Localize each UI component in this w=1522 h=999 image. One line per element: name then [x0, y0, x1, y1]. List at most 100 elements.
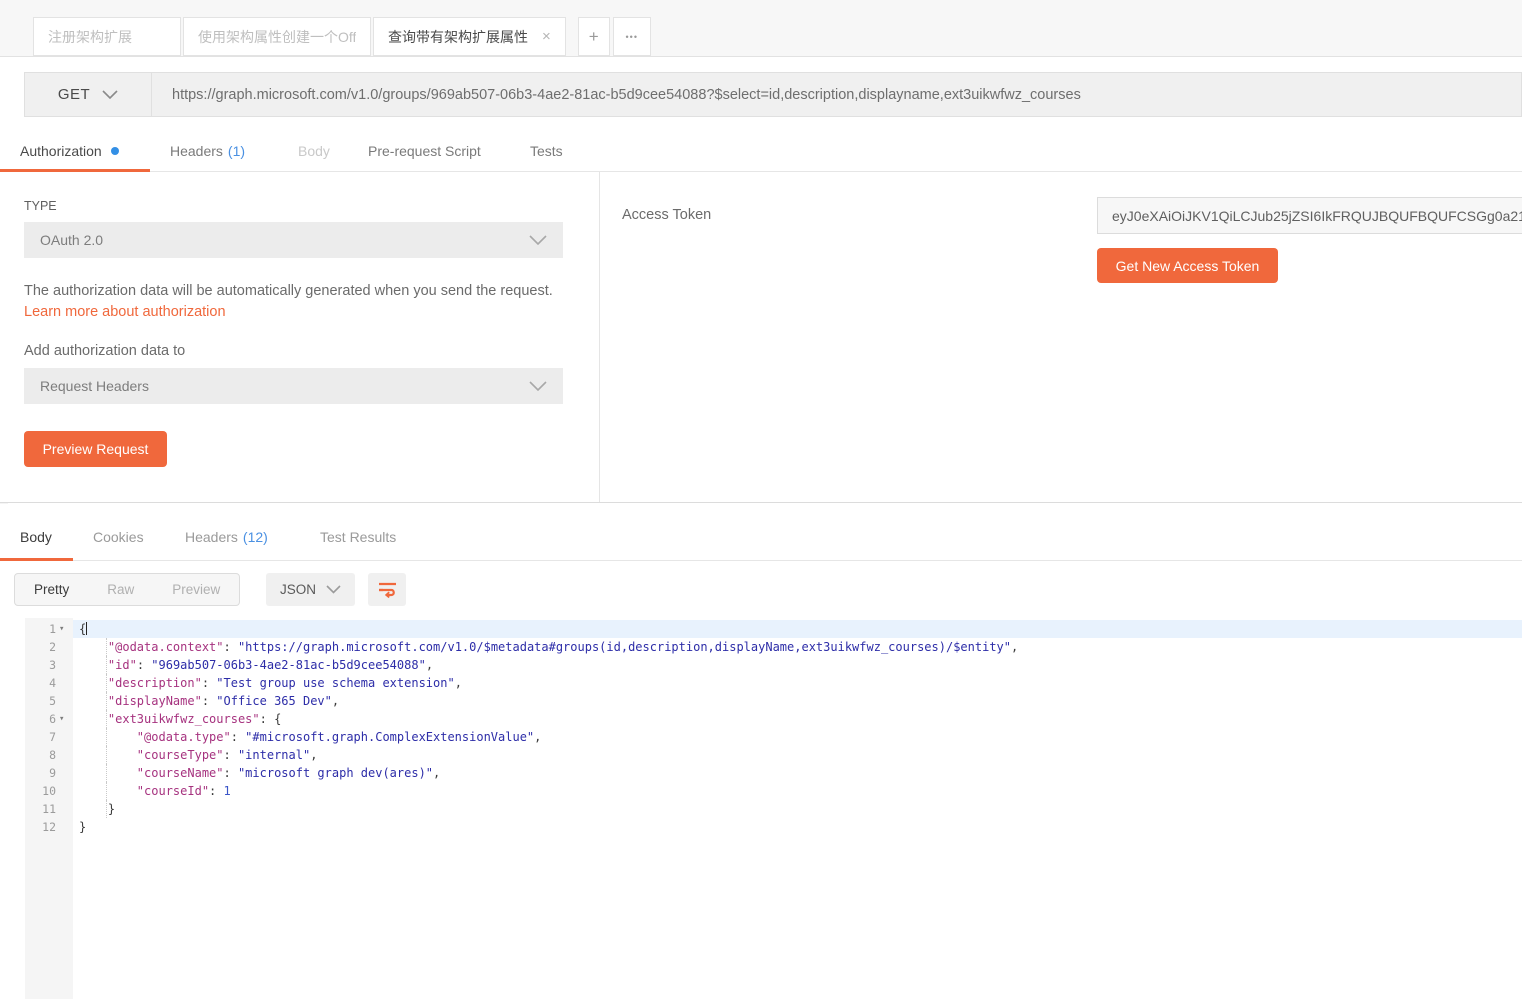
ellipsis-icon: ••• — [626, 32, 638, 42]
code-text: "displayName": "Office 365 Dev", — [79, 692, 1522, 710]
auth-help-sentence: The authorization data will be automatic… — [24, 283, 553, 299]
tab-label: Body — [298, 143, 330, 159]
plus-icon: + — [589, 27, 599, 47]
tab-authorization[interactable]: Authorization — [20, 131, 119, 171]
line-number: 4 — [25, 674, 56, 692]
view-mode-preview[interactable]: Preview — [153, 574, 239, 605]
request-tab-label: 注册架构扩展 — [48, 27, 132, 47]
access-token-input[interactable] — [1097, 197, 1522, 234]
line-number: 7 — [25, 728, 56, 746]
tab-label: Headers — [185, 529, 238, 545]
response-tab-headers[interactable]: Headers (12) — [185, 514, 268, 560]
format-selector[interactable]: JSON — [266, 573, 355, 606]
code-line: 5 "displayName": "Office 365 Dev", — [0, 692, 1522, 710]
line-number: 9 — [25, 764, 56, 782]
line-number: 6 — [25, 710, 56, 728]
auth-help-text: The authorization data will be automatic… — [24, 281, 569, 323]
code-line: 1▾ { — [0, 620, 1522, 638]
view-mode-pretty[interactable]: Pretty — [15, 574, 88, 605]
response-tab-body[interactable]: Body — [20, 514, 52, 560]
code-line: 3 "id": "969ab507-06b3-4ae2-81ac-b5d9cee… — [0, 656, 1522, 674]
code-line: 2 "@odata.context": "https://graph.micro… — [0, 638, 1522, 656]
code-text: "id": "969ab507-06b3-4ae2-81ac-b5d9cee54… — [79, 656, 1522, 674]
learn-more-link[interactable]: Learn more about authorization — [24, 304, 226, 320]
line-number: 1 — [25, 620, 56, 638]
line-number: 3 — [25, 656, 56, 674]
request-subtabs: Authorization Headers (1) Body Pre-reque… — [0, 131, 1522, 172]
fold-arrow-icon[interactable]: ▾ — [59, 710, 64, 728]
code-line: 10 "courseId": 1 — [0, 782, 1522, 800]
code-text: "courseId": 1 — [79, 782, 1522, 800]
request-tab-label: 查询带有架构扩展属性 — [388, 27, 528, 47]
code-line: 6▾ "ext3uikwfwz_courses": { — [0, 710, 1522, 728]
response-headers-count-badge: (12) — [243, 529, 268, 545]
code-text: "@odata.context": "https://graph.microso… — [79, 638, 1522, 656]
line-number: 5 — [25, 692, 56, 710]
preview-request-button[interactable]: Preview Request — [24, 431, 167, 467]
add-to-select[interactable]: Request Headers — [24, 368, 563, 404]
code-text: } — [79, 800, 1522, 818]
tab-body[interactable]: Body — [298, 131, 330, 171]
chevron-down-icon — [529, 235, 547, 245]
indent-guide — [106, 710, 107, 728]
more-tabs-button[interactable]: ••• — [613, 17, 651, 56]
new-tab-button[interactable]: + — [578, 17, 610, 56]
authorization-left-pane: TYPE OAuth 2.0 The authorization data wi… — [0, 172, 600, 502]
wrap-lines-button[interactable] — [368, 573, 406, 606]
indent-guide — [106, 746, 107, 764]
tab-label: Test Results — [320, 529, 396, 545]
code-lines: 1▾{2 "@odata.context": "https://graph.mi… — [0, 618, 1522, 836]
get-new-access-token-button[interactable]: Get New Access Token — [1097, 248, 1278, 283]
chevron-down-icon — [102, 90, 118, 99]
indent-guide — [106, 638, 107, 656]
tab-prerequest-script[interactable]: Pre-request Script — [368, 131, 481, 171]
tab-label: Cookies — [93, 529, 144, 545]
tab-label: Authorization — [20, 143, 102, 159]
add-to-value: Request Headers — [40, 378, 149, 394]
tab-headers[interactable]: Headers (1) — [170, 131, 245, 171]
request-tab-label: 使用架构属性创建一个Office — [198, 27, 356, 47]
view-mode-raw[interactable]: Raw — [88, 574, 153, 605]
code-text: "courseType": "internal", — [79, 746, 1522, 764]
text-cursor — [86, 622, 87, 635]
url-field-wrap — [151, 72, 1522, 117]
code-text: "ext3uikwfwz_courses": { — [79, 710, 1522, 728]
url-row: GET — [0, 57, 1522, 131]
code-text: } — [79, 818, 1522, 836]
code-line: 9 "courseName": "microsoft graph dev(are… — [0, 764, 1522, 782]
response-view-controls: Pretty Raw Preview JSON — [0, 561, 1522, 618]
authorization-active-dot — [111, 147, 119, 155]
tab-tests[interactable]: Tests — [530, 131, 563, 171]
indent-guide — [106, 728, 107, 746]
code-text: "courseName": "microsoft graph dev(ares)… — [79, 764, 1522, 782]
response-body-editor[interactable]: 1▾{2 "@odata.context": "https://graph.mi… — [0, 618, 1522, 999]
request-tab-2[interactable]: 使用架构属性创建一个Office — [183, 17, 371, 56]
app-window: 注册架构扩展 使用架构属性创建一个Office 查询带有架构扩展属性 × + •… — [0, 0, 1522, 999]
format-value: JSON — [280, 582, 316, 597]
authorization-right-pane: Access Token Get New Access Token — [601, 172, 1522, 502]
chevron-down-icon — [529, 381, 547, 391]
type-label: TYPE — [24, 199, 57, 213]
tab-label: Tests — [530, 143, 563, 159]
wrap-text-icon — [377, 581, 398, 598]
tab-label: Pre-request Script — [368, 143, 481, 159]
code-line: 7 "@odata.type": "#microsoft.graph.Compl… — [0, 728, 1522, 746]
line-number: 10 — [25, 782, 56, 800]
indent-guide — [106, 764, 107, 782]
request-tab-3-active[interactable]: 查询带有架构扩展属性 × — [373, 17, 566, 56]
response-tab-cookies[interactable]: Cookies — [93, 514, 144, 560]
code-line: 4 "description": "Test group use schema … — [0, 674, 1522, 692]
chevron-down-icon — [326, 585, 341, 594]
authorization-panel: TYPE OAuth 2.0 The authorization data wi… — [0, 172, 1522, 503]
indent-guide — [106, 674, 107, 692]
code-text: { — [79, 620, 1522, 638]
line-number: 2 — [25, 638, 56, 656]
view-mode-toggle: Pretty Raw Preview — [14, 573, 240, 606]
close-icon[interactable]: × — [542, 29, 551, 44]
response-tab-test-results[interactable]: Test Results — [320, 514, 396, 560]
fold-arrow-icon[interactable]: ▾ — [59, 620, 64, 638]
method-selector[interactable]: GET — [24, 72, 151, 117]
auth-type-select[interactable]: OAuth 2.0 — [24, 222, 563, 258]
url-input[interactable] — [152, 87, 1521, 103]
request-tab-1[interactable]: 注册架构扩展 — [33, 17, 181, 56]
